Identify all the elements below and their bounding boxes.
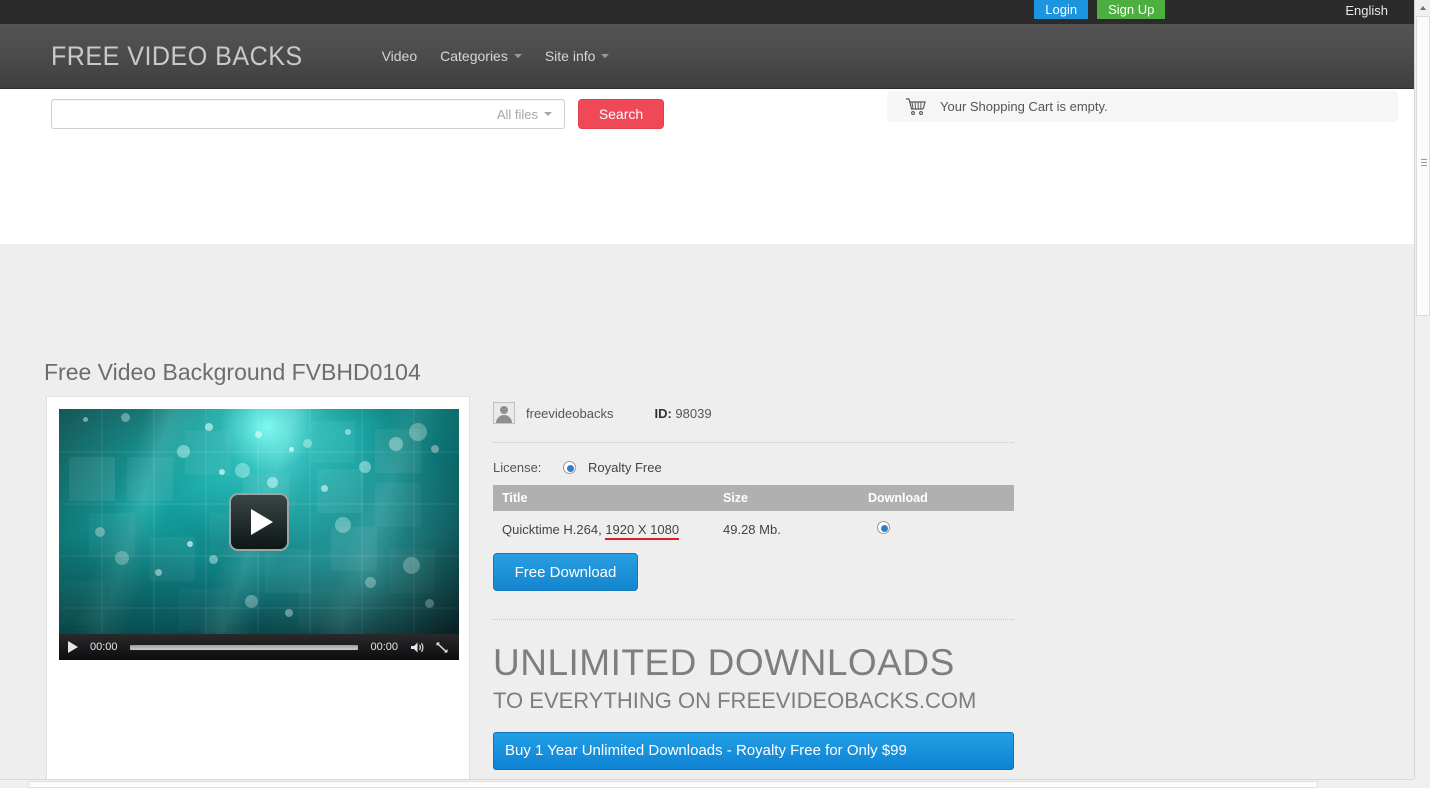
promo-heading: UNLIMITED DOWNLOADS (493, 642, 955, 683)
chevron-down-icon (544, 112, 552, 116)
promo-button-royalty-free[interactable]: Buy 1 Year Unlimited Downloads - Royalty… (493, 732, 1014, 770)
promo-subheading: TO EVERYTHING ON FREEVIDEOBACKS.COM (493, 688, 977, 713)
site-logo[interactable]: FREE VIDEO BACKS (51, 41, 303, 72)
nav-item-label: Categories (440, 48, 508, 64)
video-controls-bar: 00:00 00:00 (59, 634, 459, 660)
nav-links: Video Categories Site info (382, 48, 633, 64)
cell-size: 49.28 Mb. (723, 521, 781, 537)
play-button[interactable] (68, 641, 78, 653)
owner-name[interactable]: freevideobacks (526, 406, 613, 421)
column-header-title: Title (493, 485, 714, 511)
asset-id: ID: 98039 (654, 406, 711, 421)
search-input[interactable] (52, 101, 497, 127)
main-navigation-bar: FREE VIDEO BACKS Video Categories Site i… (0, 24, 1414, 89)
column-header-download: Download (859, 485, 1014, 511)
search-button[interactable]: Search (578, 99, 664, 129)
license-radio-royalty-free[interactable] (563, 460, 576, 474)
asset-id-label: ID: (654, 405, 672, 421)
page-viewport: Login Sign Up English FREE VIDEO BACKS V… (0, 0, 1414, 780)
video-player[interactable] (59, 409, 459, 634)
cell-download (859, 511, 1014, 547)
download-radio[interactable] (877, 521, 890, 534)
shopping-cart-banner[interactable]: Your Shopping Cart is empty. (887, 91, 1398, 122)
signup-button[interactable]: Sign Up (1097, 0, 1166, 19)
scrollbar-corner (1414, 779, 1430, 788)
video-card: 00:00 00:00 (46, 396, 470, 780)
owner-row: freevideobacks ID: 98039 (493, 396, 1014, 430)
file-resolution-label: 1920 X 1080 (605, 521, 680, 540)
page-title: Free Video Background FVBHD0104 (44, 359, 421, 385)
license-value: Royalty Free (588, 459, 662, 475)
chevron-down-icon (601, 54, 610, 58)
language-selector[interactable]: English (1345, 0, 1388, 21)
column-header-size: Size (714, 485, 859, 511)
nav-item-video[interactable]: Video (382, 48, 418, 64)
search-scope-label: All files (496, 106, 538, 122)
login-button[interactable]: Login (1034, 0, 1089, 19)
current-time-label: 00:00 (90, 641, 118, 653)
search-box: All files (51, 99, 565, 129)
browser-page: Login Sign Up English FREE VIDEO BACKS V… (0, 0, 1430, 788)
cart-status-text: Your Shopping Cart is empty. (940, 99, 1108, 114)
divider (493, 619, 1014, 620)
table-header-row: Title Size Download (493, 485, 1014, 511)
duration-label: 00:00 (370, 641, 398, 653)
vertical-scrollbar-thumb[interactable] (1416, 16, 1430, 316)
avatar (493, 402, 515, 424)
volume-icon[interactable] (410, 641, 425, 654)
top-utility-bar: Login Sign Up English (0, 0, 1414, 24)
horizontal-scrollbar[interactable] (0, 779, 1430, 788)
scroll-up-arrow-icon[interactable] (1415, 0, 1430, 16)
play-icon (250, 508, 273, 535)
nav-item-label: Site info (544, 48, 596, 64)
shopping-cart-icon (906, 97, 926, 115)
search-scope-dropdown[interactable]: All files (497, 107, 564, 122)
files-table: Title Size Download Quicktime H.264, 192… (493, 485, 1014, 547)
chevron-down-icon (513, 54, 522, 58)
play-overlay-button[interactable] (229, 492, 289, 551)
horizontal-scrollbar-thumb[interactable] (28, 781, 1318, 788)
file-format-label: Quicktime H.264, (502, 521, 606, 537)
nav-item-label: Video (381, 48, 418, 64)
cell-title: Quicktime H.264, 1920 X 1080 (493, 511, 714, 547)
search-section: All files Search Your Shopping Cart is e… (0, 89, 1414, 244)
fullscreen-icon[interactable] (435, 641, 449, 654)
asset-id-value: 98039 (675, 405, 712, 421)
license-label: License: (493, 459, 542, 475)
license-row: License: Royalty Free (493, 443, 1014, 483)
nav-item-categories[interactable]: Categories (440, 48, 522, 64)
nav-item-site-info[interactable]: Site info (545, 48, 610, 64)
free-download-button[interactable]: Free Download (493, 553, 638, 591)
content-section: Free Video Background FVBHD0104 00:00 00… (0, 244, 1414, 780)
progress-scrubber[interactable] (129, 644, 359, 650)
vertical-scrollbar[interactable] (1414, 0, 1430, 780)
file-details-panel: freevideobacks ID: 98039 License: Royalt… (493, 396, 1014, 780)
table-row: Quicktime H.264, 1920 X 1080 49.28 Mb. (493, 511, 1014, 547)
